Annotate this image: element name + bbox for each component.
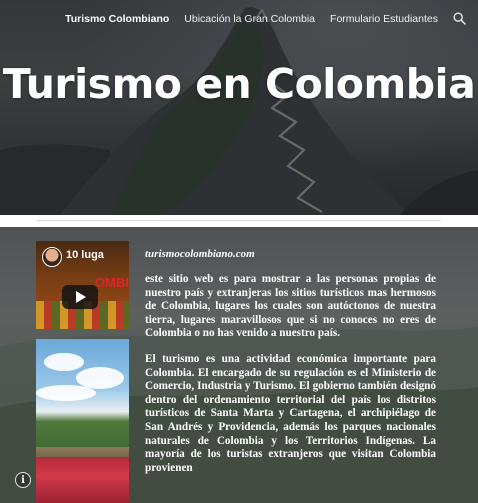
page-title: Turismo en Colombia bbox=[2, 60, 476, 108]
info-icon[interactable]: i bbox=[15, 472, 31, 488]
photo-cloud bbox=[44, 353, 84, 371]
video-thumb-overlay-text: OMBI bbox=[95, 275, 129, 290]
play-icon bbox=[76, 291, 86, 303]
nav-link-formulario[interactable]: Formulario Estudiantes bbox=[330, 13, 438, 25]
channel-avatar bbox=[42, 247, 62, 267]
photo-river bbox=[36, 457, 129, 503]
tourism-paragraph: El turismo es una actividad económica im… bbox=[145, 352, 436, 474]
article-text: turismocolombiano.com este sitio web es … bbox=[145, 247, 436, 487]
video-thumb-title: 10 luga bbox=[66, 249, 104, 261]
intro-paragraph: este sitio web es para mostrar a las per… bbox=[145, 273, 436, 340]
play-button[interactable] bbox=[62, 285, 98, 309]
section-divider bbox=[36, 220, 441, 221]
nav-link-ubicacion[interactable]: Ubicación la Gran Colombia bbox=[184, 13, 315, 25]
main-nav: Turismo Colombiano Ubicación la Gran Col… bbox=[65, 12, 466, 25]
main-content: 10 luga OMBI turismocolombiano.com este … bbox=[0, 227, 478, 503]
photo-cloud bbox=[36, 385, 96, 401]
nav-link-turismo-colombiano[interactable]: Turismo Colombiano bbox=[65, 13, 169, 25]
site-name: turismocolombiano.com bbox=[145, 248, 255, 260]
cano-cristales-photo bbox=[36, 339, 129, 503]
video-thumbnail[interactable]: 10 luga OMBI bbox=[36, 241, 129, 329]
search-icon[interactable] bbox=[453, 12, 466, 25]
hero-banner: Turismo Colombiano Ubicación la Gran Col… bbox=[0, 0, 478, 215]
